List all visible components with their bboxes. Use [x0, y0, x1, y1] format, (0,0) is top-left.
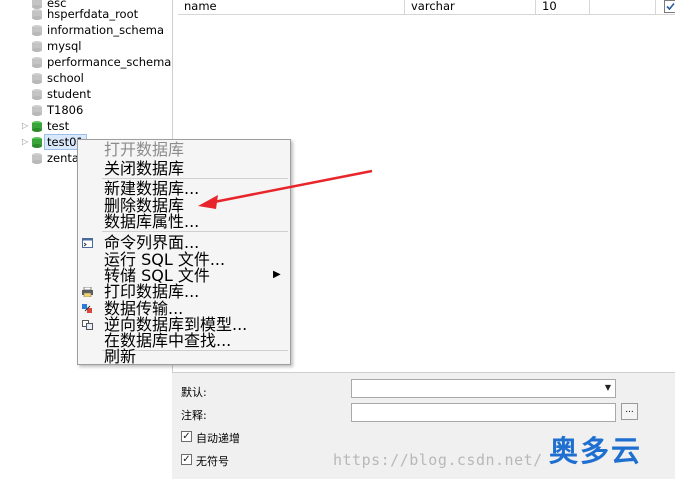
- database-context-menu: 打开数据库 关闭数据库 新建数据库... 删除数据库 数据库属性... 命令列界…: [77, 139, 291, 365]
- field-length-cell[interactable]: 10: [536, 0, 590, 14]
- expand-arrow-icon[interactable]: ▷: [22, 134, 28, 150]
- database-icon: [32, 25, 42, 36]
- open-database-icon: [32, 137, 42, 148]
- database-icon: [32, 89, 42, 100]
- tree-item-label: T1806: [47, 103, 84, 117]
- default-value-dropdown[interactable]: ▼: [351, 379, 616, 398]
- tree-item-label: hsperfdata_root: [47, 7, 139, 21]
- watermark-url: https://blog.csdn.net/: [333, 451, 543, 469]
- menu-item-label: 刷新: [104, 347, 137, 366]
- menu-item-new-database[interactable]: 新建数据库...: [78, 180, 290, 197]
- tree-item-label: student: [47, 87, 91, 101]
- menu-item-label: 新建数据库...: [104, 179, 200, 198]
- not-null-checkbox[interactable]: [664, 0, 675, 13]
- menu-item-label: 打印数据库...: [104, 282, 200, 301]
- menu-item-open-database[interactable]: 打开数据库: [78, 141, 290, 158]
- menu-separator: [102, 231, 288, 232]
- tree-item-label: performance_schema: [47, 55, 172, 69]
- dropdown-arrow-icon: ▼: [604, 383, 611, 392]
- database-icon: [32, 105, 42, 116]
- database-icon: [32, 73, 42, 84]
- database-icon: [32, 41, 42, 52]
- tree-item-label: mysql: [47, 39, 82, 53]
- tree-item-label: school: [47, 71, 84, 85]
- database-icon: [32, 0, 42, 9]
- field-type-cell[interactable]: varchar: [405, 0, 536, 14]
- database-icon: [32, 57, 42, 68]
- comment-label: 注释:: [181, 409, 207, 422]
- unsigned-checkbox[interactable]: ✓: [181, 454, 192, 465]
- data-transfer-icon: [82, 304, 92, 313]
- reverse-model-icon: [82, 320, 93, 330]
- unsigned-label: 无符号: [196, 455, 229, 468]
- open-database-icon: [32, 121, 42, 132]
- menu-item-refresh[interactable]: 刷新: [78, 348, 290, 365]
- menu-item-label: 关闭数据库: [104, 159, 185, 178]
- menu-item-label: 数据库属性...: [104, 212, 200, 231]
- menu-item-label: 命令列界面...: [104, 233, 200, 252]
- tree-item-label: test: [47, 119, 70, 133]
- menu-item-command-line[interactable]: 命令列界面...: [78, 234, 290, 251]
- field-decimal-cell[interactable]: [590, 0, 656, 14]
- submenu-arrow-icon: ▶: [273, 269, 281, 280]
- comment-ellipsis-button[interactable]: ...: [621, 403, 638, 420]
- database-icon: [32, 153, 42, 164]
- field-grid-row[interactable]: name varchar 10: [178, 0, 675, 15]
- watermark-logo: 奥多云: [549, 434, 643, 468]
- menu-item-print-database[interactable]: 打印数据库...: [78, 283, 290, 300]
- console-icon: [82, 238, 93, 248]
- tree-item-label: information_schema: [47, 23, 165, 37]
- printer-icon: [82, 287, 93, 297]
- menu-item-close-database[interactable]: 关闭数据库: [78, 160, 290, 177]
- auto-increment-label: 自动递增: [196, 432, 240, 445]
- comment-input[interactable]: [351, 403, 616, 422]
- menu-item-database-properties[interactable]: 数据库属性...: [78, 213, 290, 230]
- checkmark-icon: [666, 2, 675, 11]
- field-name-cell[interactable]: name: [178, 0, 405, 14]
- menu-item-label: 打开数据库: [104, 140, 185, 159]
- database-icon: [32, 9, 42, 20]
- default-label: 默认:: [181, 386, 207, 399]
- auto-increment-checkbox[interactable]: ✓: [181, 431, 192, 442]
- expand-arrow-icon[interactable]: ▷: [22, 118, 28, 134]
